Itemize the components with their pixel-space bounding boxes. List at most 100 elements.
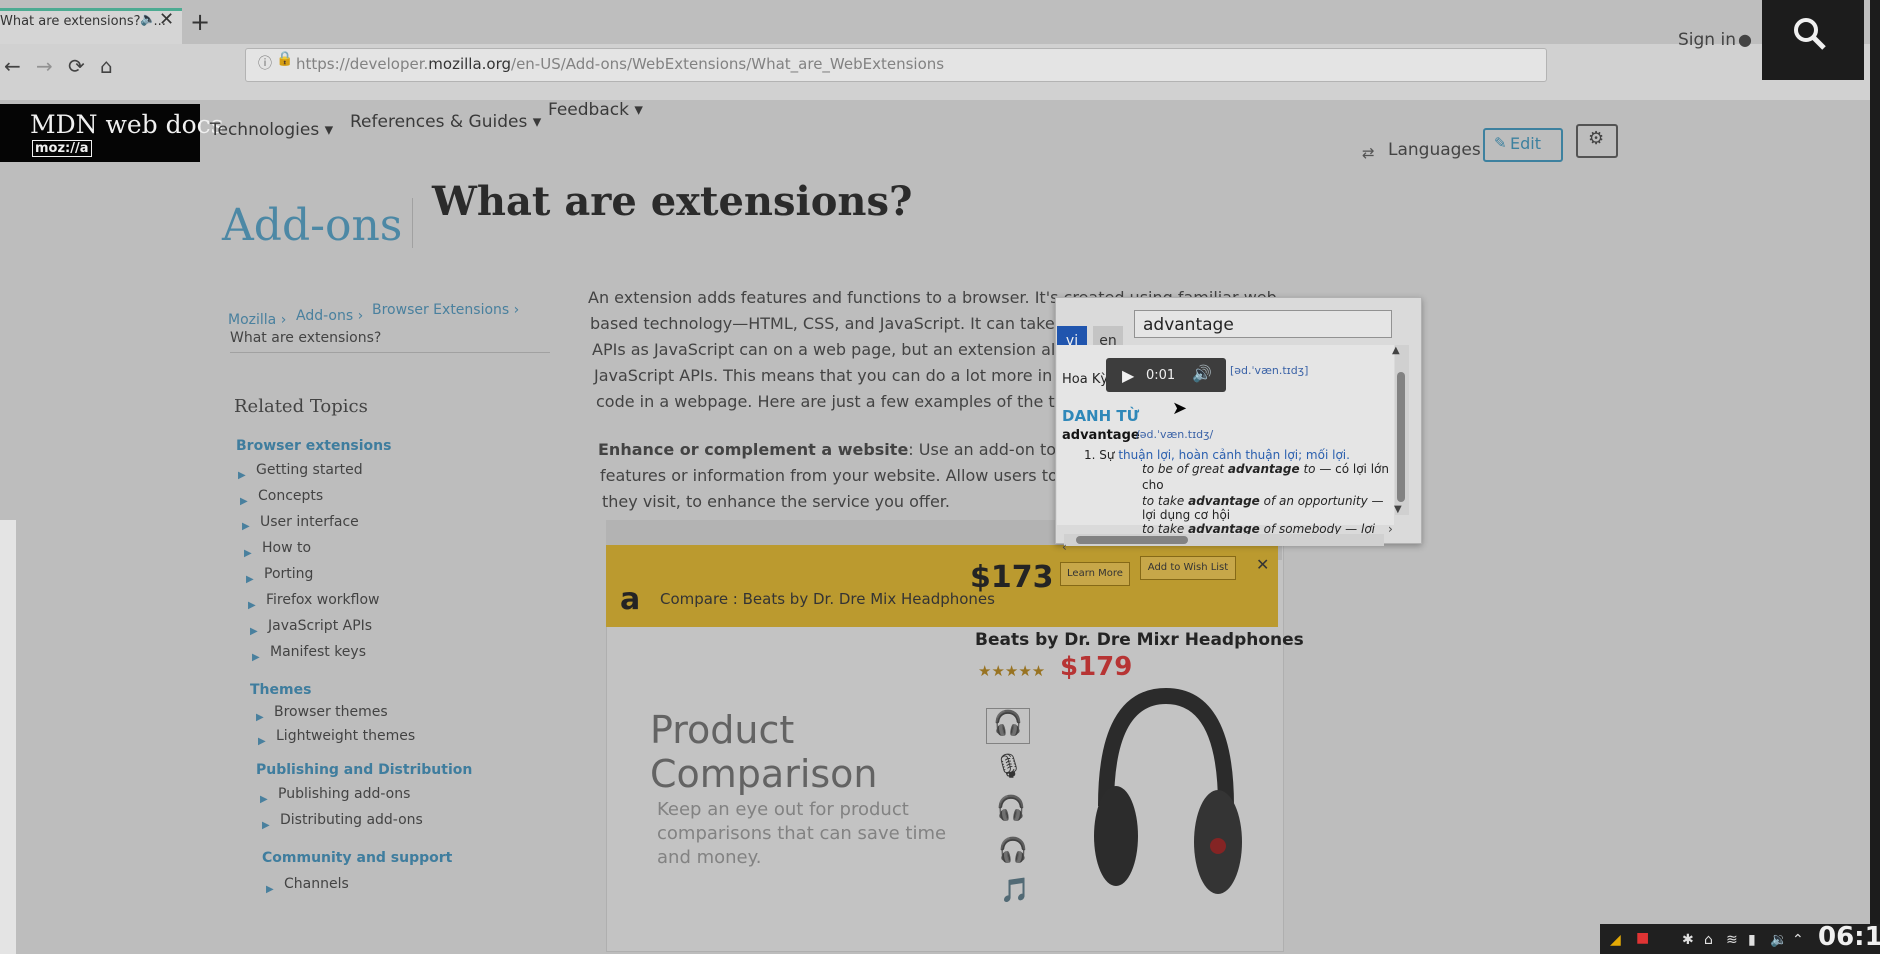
github-icon[interactable]: ● [1738, 30, 1752, 49]
ex-keyword: advantage [1188, 522, 1260, 534]
title-line: Product [650, 708, 795, 752]
mozilla-logo[interactable]: moz://a [32, 140, 92, 157]
home-icon[interactable]: ⌂ [100, 54, 113, 78]
breadcrumb-addons[interactable]: Add-ons › [296, 308, 363, 324]
play-icon[interactable]: ▶ [1122, 366, 1134, 385]
expand-triangle-icon[interactable]: ▶ [248, 600, 256, 611]
wifi-icon[interactable]: ≋ [1726, 932, 1738, 948]
info-icon[interactable]: ⓘ [258, 53, 272, 73]
close-icon[interactable]: ✕ [159, 9, 174, 30]
scroll-right-icon[interactable]: › [1388, 522, 1393, 536]
article-line: APIs as JavaScript can on a web page, bu… [592, 340, 1089, 359]
sidebar-item-distributing-addons[interactable]: Distributing add-ons [280, 812, 423, 828]
sidebar-heading-publishing[interactable]: Publishing and Distribution [256, 762, 472, 778]
ex-text: to be of great [1142, 462, 1225, 476]
expand-triangle-icon[interactable]: ▶ [262, 820, 270, 831]
sidebar-item-publishing-addons[interactable]: Publishing add-ons [278, 786, 410, 802]
reload-icon[interactable]: ⟳ [68, 54, 85, 78]
app-icon[interactable]: ◢ [1610, 932, 1621, 948]
signin-link[interactable]: Sign in [1678, 30, 1736, 50]
languages-button[interactable]: Languages [1388, 140, 1481, 160]
search-icon[interactable] [1790, 14, 1830, 54]
expand-triangle-icon[interactable]: ▶ [258, 736, 266, 747]
edit-label[interactable]: Edit [1510, 134, 1541, 153]
left-margin [0, 520, 16, 954]
article-paragraph-enhance: Enhance or complement a website: Use an … [598, 440, 1116, 459]
sense-number: 1. [1084, 448, 1096, 462]
expand-triangle-icon[interactable]: ▶ [242, 521, 250, 532]
expand-triangle-icon[interactable]: ▶ [266, 884, 274, 895]
compare-price: $173 [970, 560, 1054, 595]
app-icon[interactable]: ■ [1636, 930, 1649, 946]
title-line: Comparison [650, 752, 878, 796]
system-clock[interactable]: 06:1 [1818, 922, 1880, 952]
sense-prefix: Sự [1099, 448, 1115, 462]
pronunciation-region: Hoa Kỳ [1062, 372, 1109, 387]
lock-icon[interactable]: 🔒 [276, 51, 293, 67]
sidebar-item-lightweight-themes[interactable]: Lightweight themes [276, 728, 415, 744]
expand-triangle-icon[interactable]: ▶ [244, 548, 252, 559]
nav-technologies[interactable]: Technologies ▾ [210, 120, 333, 140]
sidebar-item-getting-started[interactable]: Getting started [256, 462, 363, 478]
volume-icon[interactable]: 🔊 [1192, 364, 1212, 383]
battery-icon[interactable]: ▮ [1748, 932, 1756, 948]
sidebar-item-user-interface[interactable]: User interface [260, 514, 359, 530]
volume-tray-icon[interactable]: 🔉 [1770, 932, 1787, 948]
breadcrumb-current: What are extensions? [230, 330, 382, 346]
ex-text: of an opportunity — [1263, 494, 1384, 508]
language-icon[interactable]: ⇄ [1362, 144, 1375, 162]
ex-keyword: advantage [1188, 494, 1260, 508]
network-icon[interactable]: ⌂ [1704, 932, 1713, 948]
product-comparison-title: Product Comparison [650, 708, 878, 796]
back-icon[interactable]: ← [4, 54, 21, 78]
new-tab-button[interactable]: + [190, 8, 210, 36]
sidebar-heading-browser-extensions[interactable]: Browser extensions [236, 438, 391, 454]
sidebar-item-how-to[interactable]: How to [262, 540, 311, 556]
sidebar-item-browser-themes[interactable]: Browser themes [274, 704, 388, 720]
gear-icon[interactable]: ⚙ [1588, 128, 1604, 149]
horizontal-scrollbar-thumb[interactable] [1076, 536, 1188, 544]
breadcrumb-mozilla[interactable]: Mozilla › [228, 312, 286, 328]
sidebar-item-manifest-keys[interactable]: Manifest keys [270, 644, 366, 660]
sidebar-heading-community[interactable]: Community and support [262, 850, 452, 866]
sidebar-item-firefox-workflow[interactable]: Firefox workflow [266, 592, 380, 608]
scroll-down-icon[interactable]: ▼ [1394, 504, 1402, 515]
url-text[interactable]: https://developer.mozilla.org/en-US/Add-… [296, 55, 944, 73]
example-translation: cho [1142, 478, 1164, 492]
logo-text[interactable]: MDN web docs [30, 110, 224, 139]
sidebar-item-javascript-apis[interactable]: JavaScript APIs [268, 618, 372, 634]
expand-triangle-icon[interactable]: ▶ [238, 470, 246, 481]
ex-text: to [1303, 462, 1316, 476]
tray-expand-icon[interactable]: ⌃ [1792, 932, 1804, 948]
scroll-left-icon[interactable]: ‹ [1062, 540, 1067, 554]
dictionary-search-input[interactable]: advantage [1134, 310, 1392, 338]
sidebar-heading-themes[interactable]: Themes [250, 682, 311, 698]
sense-synonyms[interactable]: thuận lợi, hoàn cảnh thuận lợi; mối lợi. [1118, 448, 1350, 462]
sidebar-item-porting[interactable]: Porting [264, 566, 313, 582]
headphone-thumbnail-icon: 🎧 [996, 794, 1026, 822]
speaker-icon[interactable]: 🔈 [140, 12, 156, 27]
article-line: code in a webpage. Here are just a few e… [596, 392, 1090, 411]
breadcrumb-browser-extensions[interactable]: Browser Extensions › [372, 302, 519, 318]
product-title: Beats by Dr. Dre Mixr Headphones [975, 630, 1304, 650]
scroll-up-icon[interactable]: ▲ [1392, 345, 1400, 356]
expand-triangle-icon[interactable]: ▶ [246, 574, 254, 585]
sidebar-item-concepts[interactable]: Concepts [258, 488, 323, 504]
headphones-image [1094, 687, 1242, 894]
expand-triangle-icon[interactable]: ▶ [250, 626, 258, 637]
section-title[interactable]: Add-ons [222, 200, 402, 251]
expand-triangle-icon[interactable]: ▶ [260, 794, 268, 805]
phonetic: [əd.ˈvæn.tɪdʒ] [1230, 364, 1309, 377]
vertical-scrollbar-thumb[interactable] [1397, 372, 1405, 502]
expand-triangle-icon[interactable]: ▶ [256, 712, 264, 723]
expand-triangle-icon[interactable]: ▶ [252, 652, 260, 663]
desc-line: Keep an eye out for product [657, 799, 909, 820]
sidebar-item-channels[interactable]: Channels [284, 876, 349, 892]
page-title: What are extensions? [432, 178, 913, 225]
bluetooth-icon[interactable]: ✱ [1682, 932, 1694, 948]
nav-references-guides[interactable]: References & Guides ▾ [350, 112, 541, 132]
forward-icon[interactable]: → [36, 54, 53, 78]
expand-triangle-icon[interactable]: ▶ [240, 496, 248, 507]
headword: advantage [1062, 428, 1140, 443]
nav-feedback[interactable]: Feedback ▾ [548, 100, 643, 120]
